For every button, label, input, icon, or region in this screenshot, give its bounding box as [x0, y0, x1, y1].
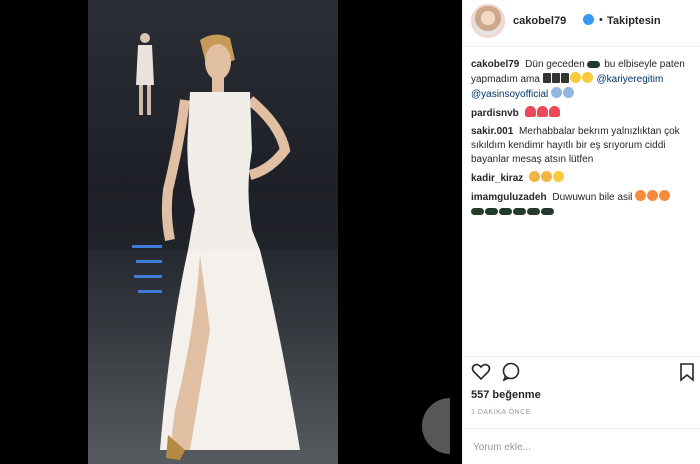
comment-text: Duwuwun bile asil [552, 192, 633, 203]
face-emoji-icon [581, 72, 593, 83]
comment-icon[interactable] [501, 362, 521, 382]
mask-emoji-icon [485, 208, 498, 215]
skate-emoji-icon [560, 73, 569, 83]
comment-username[interactable]: pardisnvb [471, 108, 519, 119]
comment: pardisnvb [471, 106, 697, 121]
face-emoji-icon [569, 72, 581, 83]
mask-emoji-icon [541, 208, 554, 215]
comment: sakir.001 Merhabbalar bekrım yalnızlıkta… [471, 125, 697, 167]
comment-caption: cakobel79 Dün geceden bu elbiseyle paten… [471, 58, 697, 102]
post-sidebar: cakobel79 • Takiptesin cakobel79 Dün gec… [462, 0, 700, 464]
comment-username[interactable]: kadir_kiraz [471, 173, 523, 184]
follow-status-button[interactable]: Takiptesin [607, 15, 661, 27]
mention-link[interactable]: @yasinsoyofficial [471, 89, 548, 100]
smile-emoji-icon [553, 171, 565, 182]
verified-badge-icon [583, 14, 594, 25]
header-username[interactable]: cakobel79 [513, 15, 566, 27]
mask-emoji-icon [499, 208, 512, 215]
model-in-white-gown [160, 34, 300, 460]
comment-list: cakobel79 Dün geceden bu elbiseyle paten… [471, 58, 697, 223]
mention-link[interactable]: @kariyeregitim [596, 74, 663, 85]
post-timestamp[interactable]: 1 DAKİKA ÖNCE [471, 409, 531, 416]
post-photo[interactable] [0, 0, 450, 464]
post-header: cakobel79 • Takiptesin [463, 0, 700, 47]
heart-emoji-icon [548, 106, 560, 117]
comment: kadir_kiraz [471, 171, 697, 186]
watermark-logo [422, 398, 450, 454]
divider [463, 356, 700, 357]
comment-text: Dün geceden [525, 59, 585, 70]
mask-emoji-icon [513, 208, 526, 215]
clap-emoji-icon [541, 171, 553, 182]
heart-icon[interactable] [471, 362, 491, 382]
heart-emoji-icon [536, 106, 548, 117]
skate-emoji-icon [542, 73, 551, 83]
avatar[interactable] [471, 4, 505, 38]
add-comment-input[interactable] [471, 437, 685, 457]
comment-username[interactable]: cakobel79 [471, 59, 519, 70]
mask-emoji-icon [471, 208, 484, 215]
skate-emoji-icon [551, 73, 560, 83]
mask-emoji-icon [527, 208, 540, 215]
heart-eyes-emoji-icon [659, 190, 671, 201]
likes-count[interactable]: 557 beğenme [471, 389, 541, 401]
clap-emoji-icon [529, 171, 541, 182]
bookmark-icon[interactable] [677, 362, 697, 382]
comment: imamguluzadeh Duwuwun bile asil [471, 190, 697, 219]
face-emoji-icon [563, 87, 575, 98]
add-comment-bar [463, 428, 700, 464]
comment-username[interactable]: sakir.001 [471, 126, 513, 137]
heart-eyes-emoji-icon [635, 190, 647, 201]
face-emoji-icon [551, 87, 563, 98]
follow-separator: • [599, 14, 603, 26]
comment-username[interactable]: imamguluzadeh [471, 192, 547, 203]
heart-emoji-icon [524, 106, 536, 117]
mask-emoji-icon [587, 61, 601, 68]
heart-eyes-emoji-icon [647, 190, 659, 201]
